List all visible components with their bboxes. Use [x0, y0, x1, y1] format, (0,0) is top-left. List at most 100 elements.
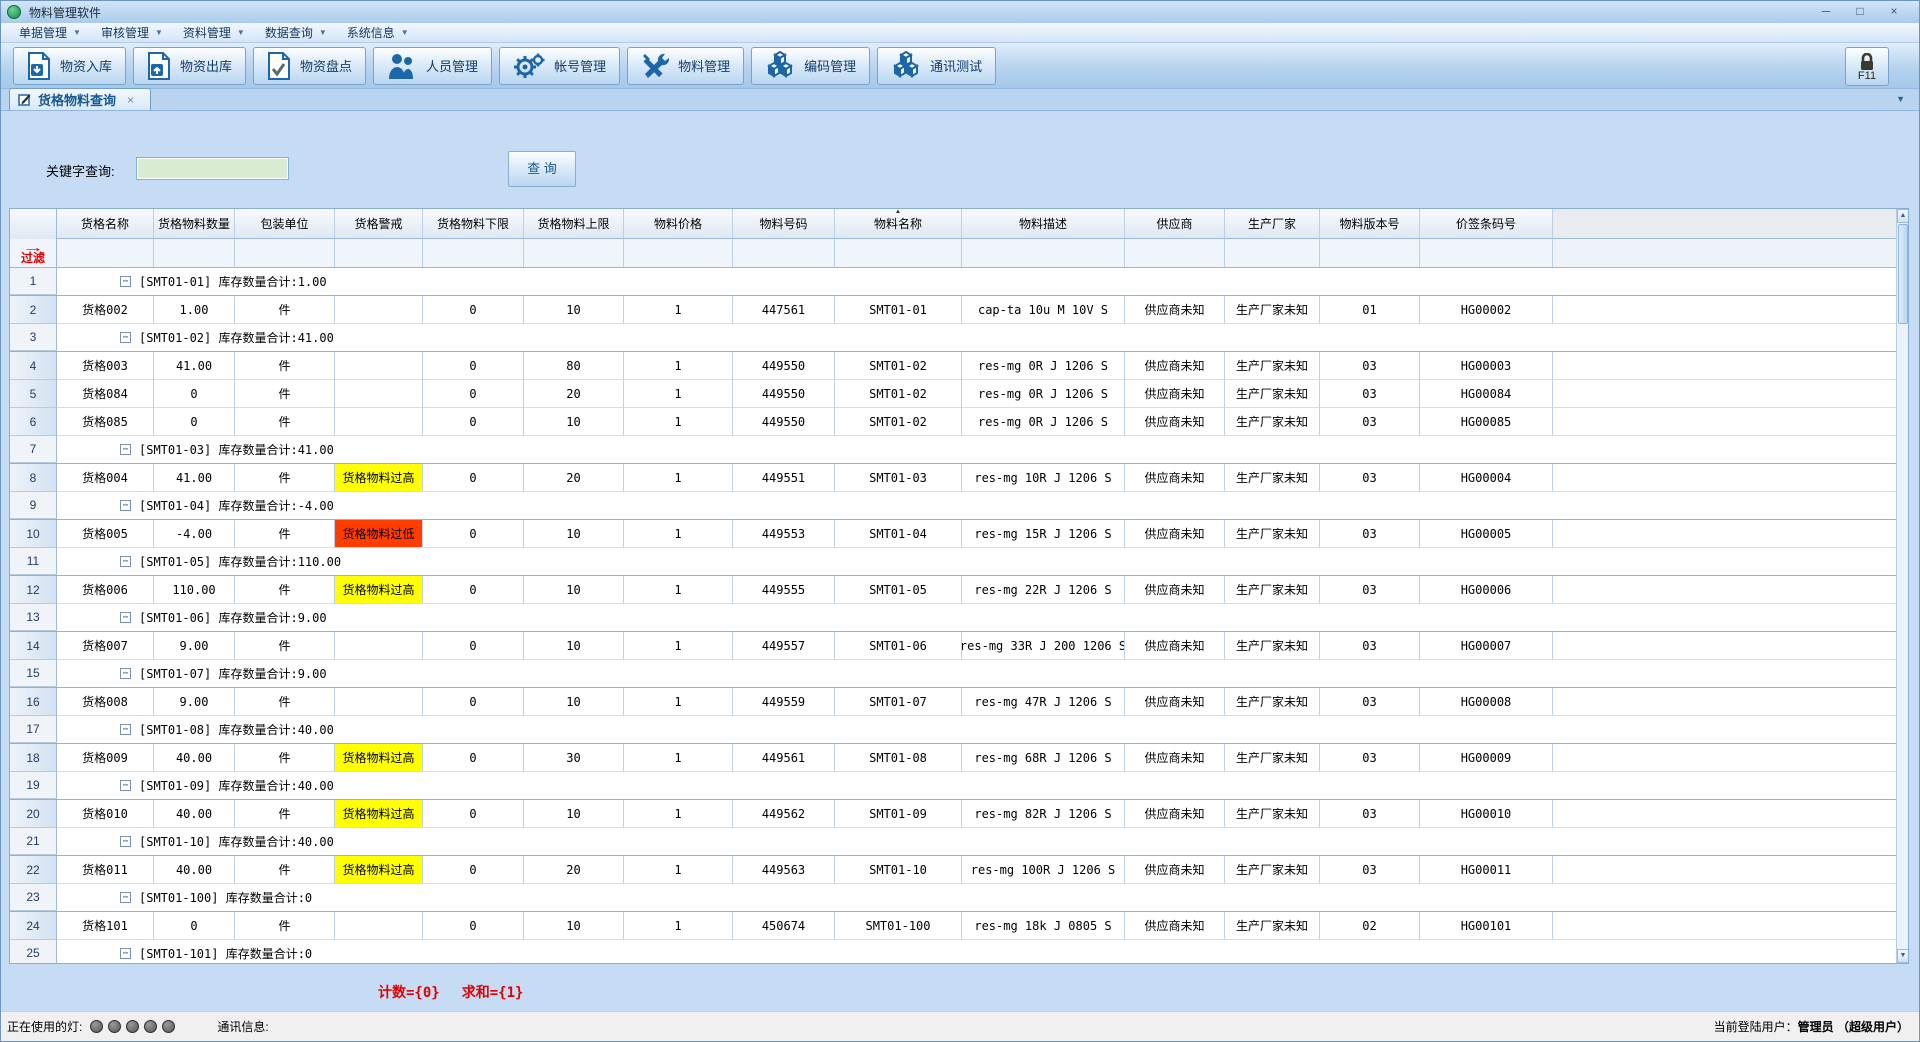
filter-cell[interactable] — [235, 239, 335, 267]
table-cell[interactable]: res-mg 0R J 1206 S — [962, 408, 1125, 436]
group-row[interactable]: 23−[SMT01-100] 库存数量合计:0 — [10, 884, 1898, 912]
table-cell[interactable]: 件 — [235, 744, 335, 772]
row-number[interactable]: 15 — [10, 660, 57, 687]
table-cell[interactable]: 0 — [423, 380, 524, 408]
table-cell[interactable]: 1 — [624, 408, 733, 436]
table-cell[interactable]: 件 — [235, 576, 335, 604]
tab-close-icon[interactable]: × — [127, 93, 134, 107]
table-cell[interactable]: 生产厂家未知 — [1225, 856, 1320, 884]
table-row[interactable]: 5货格0840件0201449550SMT01-02res-mg 0R J 12… — [10, 380, 1898, 408]
table-cell[interactable]: 1 — [624, 744, 733, 772]
table-cell[interactable]: 件 — [235, 688, 335, 716]
table-cell[interactable]: 20 — [524, 380, 624, 408]
filter-cell[interactable] — [524, 239, 624, 267]
table-cell[interactable]: 10 — [524, 632, 624, 660]
row-number[interactable]: 22 — [10, 856, 57, 884]
table-cell[interactable]: SMT01-08 — [835, 744, 962, 772]
table-cell[interactable]: res-mg 0R J 1206 S — [962, 352, 1125, 380]
filter-cell[interactable] — [57, 239, 154, 267]
stock-in-button[interactable]: 物资入库 — [13, 47, 126, 85]
collapse-icon[interactable]: − — [120, 612, 131, 623]
table-cell[interactable]: 0 — [423, 912, 524, 940]
row-number[interactable]: 13 — [10, 604, 57, 631]
column-header[interactable]: 供应商 — [1125, 209, 1225, 239]
table-cell[interactable]: 货格009 — [57, 744, 154, 772]
menu-documents[interactable]: 单据管理▼ — [9, 23, 91, 42]
collapse-icon[interactable]: − — [120, 500, 131, 511]
stocktake-button[interactable]: 物资盘点 — [253, 47, 366, 85]
table-cell[interactable]: 货格008 — [57, 688, 154, 716]
table-cell[interactable]: res-mg 68R J 1206 S — [962, 744, 1125, 772]
table-row[interactable]: 12货格006110.00件货格物料过高0101449555SMT01-05re… — [10, 576, 1898, 604]
column-header[interactable]: 货格名称 — [57, 209, 154, 239]
filter-cell[interactable] — [835, 239, 962, 267]
group-row[interactable]: 7−[SMT01-03] 库存数量合计:41.00 — [10, 436, 1898, 464]
table-cell[interactable]: 03 — [1320, 632, 1420, 660]
table-cell[interactable]: 货格006 — [57, 576, 154, 604]
collapse-icon[interactable]: − — [120, 892, 131, 903]
table-cell[interactable]: 40.00 — [154, 744, 235, 772]
table-cell[interactable]: 货格004 — [57, 464, 154, 492]
table-cell[interactable]: 生产厂家未知 — [1225, 352, 1320, 380]
table-cell[interactable]: 449550 — [733, 380, 835, 408]
table-cell[interactable]: 41.00 — [154, 352, 235, 380]
table-cell[interactable]: 货格物料过低 — [335, 520, 423, 548]
table-cell[interactable] — [335, 632, 423, 660]
row-number[interactable]: 24 — [10, 912, 57, 940]
row-number[interactable]: 9 — [10, 492, 57, 519]
filter-cell[interactable] — [1225, 239, 1320, 267]
filter-cell[interactable] — [962, 239, 1125, 267]
row-number[interactable]: 7 — [10, 436, 57, 463]
account-button[interactable]: 帐号管理 — [499, 47, 620, 85]
table-cell[interactable]: 449550 — [733, 408, 835, 436]
table-row[interactable]: 18货格00940.00件货格物料过高0301449561SMT01-08res… — [10, 744, 1898, 772]
table-cell[interactable]: 40.00 — [154, 800, 235, 828]
table-cell[interactable]: 生产厂家未知 — [1225, 800, 1320, 828]
personnel-button[interactable]: 人员管理 — [373, 47, 492, 85]
table-cell[interactable]: 1.00 — [154, 296, 235, 324]
table-cell[interactable]: SMT01-100 — [835, 912, 962, 940]
menu-query[interactable]: 数据查询▼ — [255, 23, 337, 42]
stock-out-button[interactable]: 物资出库 — [133, 47, 246, 85]
column-header[interactable]: 物料价格 — [624, 209, 733, 239]
coding-button[interactable]: 编码管理 — [751, 47, 870, 85]
table-cell[interactable]: 生产厂家未知 — [1225, 520, 1320, 548]
table-cell[interactable]: 03 — [1320, 576, 1420, 604]
table-cell[interactable]: HG00002 — [1420, 296, 1553, 324]
table-cell[interactable]: 件 — [235, 464, 335, 492]
group-row[interactable]: 1−[SMT01-01] 库存数量合计:1.00 — [10, 268, 1898, 296]
filter-cell[interactable] — [1420, 239, 1553, 267]
row-number[interactable]: 20 — [10, 800, 57, 828]
table-cell[interactable]: 03 — [1320, 520, 1420, 548]
table-cell[interactable]: 供应商未知 — [1125, 520, 1225, 548]
table-cell[interactable]: res-mg 0R J 1206 S — [962, 380, 1125, 408]
vertical-scrollbar[interactable]: ▲ ▼ — [1896, 209, 1908, 963]
table-cell[interactable]: 1 — [624, 912, 733, 940]
material-button[interactable]: 物料管理 — [627, 47, 744, 85]
table-cell[interactable]: HG00011 — [1420, 856, 1553, 884]
column-header[interactable]: 货格警戒 — [335, 209, 423, 239]
row-number[interactable]: 1 — [10, 268, 57, 295]
table-cell[interactable]: 供应商未知 — [1125, 352, 1225, 380]
table-cell[interactable]: 10 — [524, 576, 624, 604]
collapse-icon[interactable]: − — [120, 724, 131, 735]
row-number[interactable]: 12 — [10, 576, 57, 604]
table-cell[interactable]: HG00008 — [1420, 688, 1553, 716]
column-header[interactable]: 物料号码 — [733, 209, 835, 239]
table-cell[interactable] — [335, 296, 423, 324]
table-cell[interactable]: 生产厂家未知 — [1225, 632, 1320, 660]
table-cell[interactable]: 449551 — [733, 464, 835, 492]
table-cell[interactable]: res-mg 15R J 1206 S — [962, 520, 1125, 548]
table-cell[interactable]: 20 — [524, 464, 624, 492]
table-cell[interactable]: SMT01-02 — [835, 408, 962, 436]
table-cell[interactable]: 449561 — [733, 744, 835, 772]
table-cell[interactable] — [335, 408, 423, 436]
table-cell[interactable]: HG00007 — [1420, 632, 1553, 660]
menu-audit[interactable]: 审核管理▼ — [91, 23, 173, 42]
table-cell[interactable]: 生产厂家未知 — [1225, 688, 1320, 716]
column-header[interactable]: 货格物料下限 — [423, 209, 524, 239]
maximize-button[interactable]: □ — [1843, 3, 1877, 21]
table-cell[interactable]: HG00003 — [1420, 352, 1553, 380]
table-cell[interactable]: res-mg 18k J 0805 S — [962, 912, 1125, 940]
table-cell[interactable]: HG00010 — [1420, 800, 1553, 828]
